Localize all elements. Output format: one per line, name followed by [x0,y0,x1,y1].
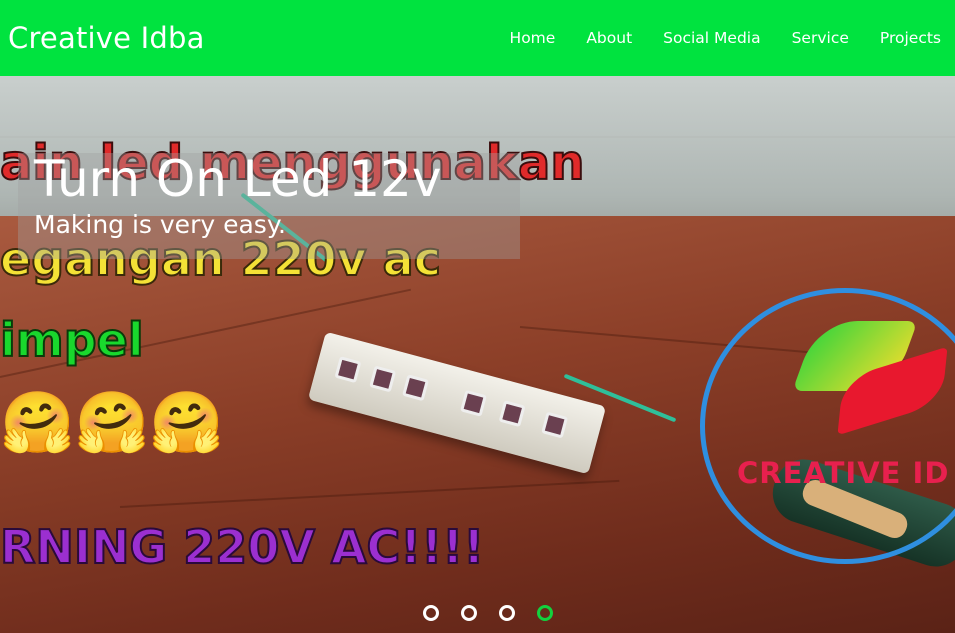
led-chip [369,365,397,393]
led-chip [541,411,569,439]
led-chip [460,389,487,417]
nav-projects-link[interactable]: Projects [880,29,941,47]
led-chip [402,374,430,402]
hugging-face-emojis: 🤗🤗🤗 [0,388,225,458]
led-chip [334,356,362,384]
brand-logo-text[interactable]: Creative Idba [8,21,205,55]
navbar: Creative Idba Home About Social Media Se… [0,0,955,76]
carousel-dot[interactable] [422,605,439,621]
slide-caption-subtitle: Making is very easy. [34,210,286,239]
carousel-indicators [0,605,955,621]
carousel-dot[interactable] [498,605,515,621]
slide-caption-title: Turn On Led 12v [34,150,442,208]
led-chip [498,400,526,428]
logo-watermark-text: CREATIVE ID [737,456,950,490]
nav-home-link[interactable]: Home [510,29,556,47]
overlay-text-warning: RNING 220V AC!!!! [0,519,485,575]
nav-about-link[interactable]: About [586,29,632,47]
nav-service-link[interactable]: Service [792,29,849,47]
carousel-dot[interactable] [536,605,553,621]
carousel-dot[interactable] [460,605,477,621]
nav-social-media-link[interactable]: Social Media [663,29,760,47]
main-nav: Home About Social Media Service Projects [510,29,941,47]
overlay-text-line-3: impel [0,312,145,368]
